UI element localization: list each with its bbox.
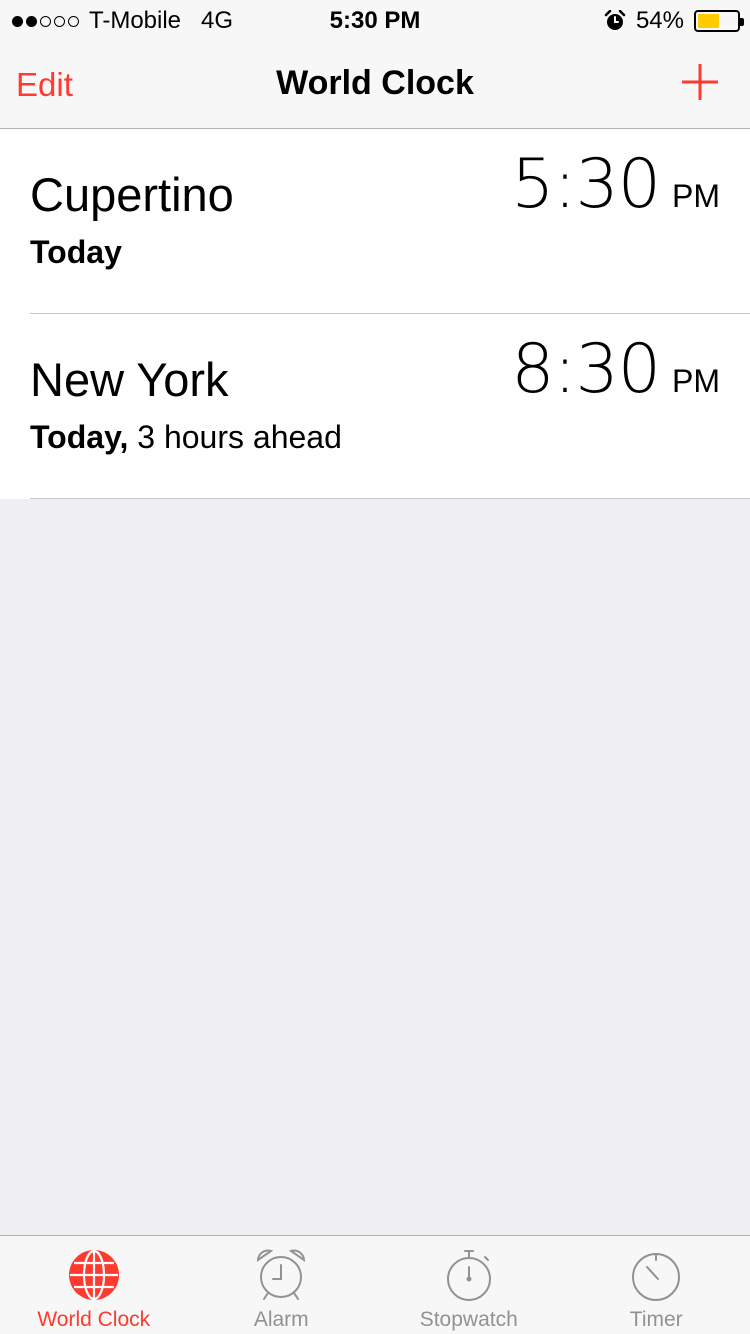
ampm-label: PM <box>672 178 720 214</box>
clock-row-new-york[interactable]: New York Today, 3 hours ahead 8:30 PM <box>0 314 750 499</box>
battery-icon <box>694 10 744 32</box>
tab-label: Timer <box>629 1308 683 1331</box>
time-value: 5:30 <box>511 145 661 224</box>
tab-label: Alarm <box>253 1308 309 1331</box>
tab-world-clock[interactable]: World Clock <box>0 1236 188 1334</box>
alarm-clock-icon <box>257 1249 306 1300</box>
plus-icon[interactable] <box>680 62 720 102</box>
world-clock-list: Cupertino Today 5:30 PM New York Today, … <box>0 129 750 499</box>
clock-time: 8:30 PM <box>511 330 720 409</box>
city-name: Cupertino <box>30 168 234 221</box>
tab-label: Stopwatch <box>419 1308 518 1331</box>
stopwatch-icon <box>446 1250 491 1301</box>
row-divider <box>30 498 750 499</box>
tab-label: World Clock <box>37 1308 151 1331</box>
globe-icon <box>68 1249 119 1301</box>
day-label: Today, <box>30 419 129 455</box>
alarm-clock-icon <box>604 10 626 30</box>
page-title: World Clock <box>276 64 474 102</box>
ampm-label: PM <box>672 363 720 399</box>
city-name: New York <box>30 353 229 406</box>
day-offset: Today, 3 hours ahead <box>30 419 342 456</box>
tab-alarm[interactable]: Alarm <box>188 1236 376 1334</box>
tab-stopwatch[interactable]: Stopwatch <box>375 1236 563 1334</box>
day-label: Today <box>30 234 122 270</box>
battery-level-fill <box>698 14 719 28</box>
status-bar: T-Mobile 4G 5:30 PM 54% <box>0 0 750 40</box>
navigation-bar: Edit World Clock <box>0 40 750 129</box>
time-value: 8:30 <box>511 330 661 409</box>
timer-icon <box>632 1253 681 1301</box>
offset-label: 3 hours ahead <box>137 419 342 455</box>
clock-time: 5:30 PM <box>511 145 720 224</box>
tab-bar: World Clock Alarm Stopwatch Timer <box>0 1235 750 1334</box>
status-right: 54% <box>604 7 744 35</box>
day-offset: Today <box>30 234 122 271</box>
tab-timer[interactable]: Timer <box>563 1236 750 1334</box>
battery-percent: 54% <box>635 7 684 34</box>
clock-row-cupertino[interactable]: Cupertino Today 5:30 PM <box>0 129 750 314</box>
